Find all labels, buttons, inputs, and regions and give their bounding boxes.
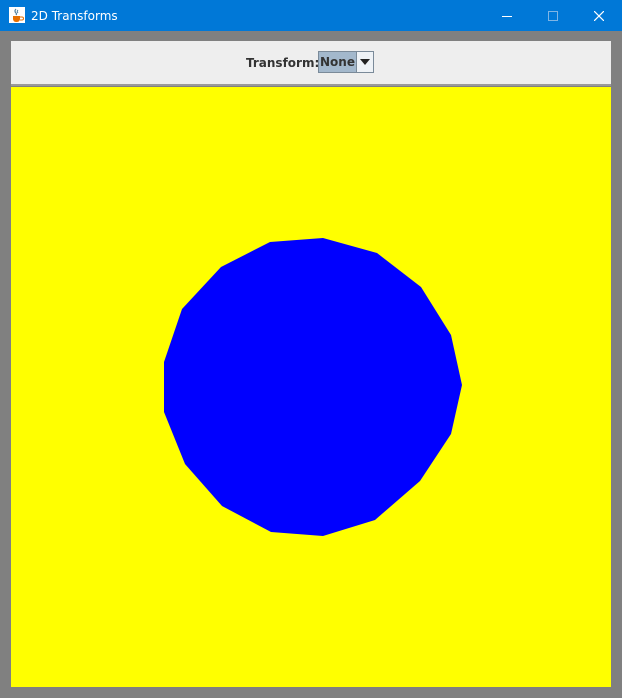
title-bar[interactable]: 2D Transforms: [0, 0, 622, 31]
drawing-canvas: [11, 87, 611, 687]
minimize-icon: [502, 15, 512, 17]
close-icon: [594, 10, 604, 21]
dropdown-arrow-button[interactable]: [356, 52, 373, 72]
maximize-icon: [548, 10, 558, 21]
transform-selected-value: None: [319, 52, 356, 72]
chevron-down-icon: [360, 59, 370, 65]
toolbar: Transform: None: [11, 41, 611, 86]
minimize-button[interactable]: [484, 0, 530, 31]
close-button[interactable]: [576, 0, 622, 31]
maximize-button[interactable]: [530, 0, 576, 31]
window-title: 2D Transforms: [31, 9, 118, 23]
java-cup-icon: [9, 7, 25, 23]
transform-dropdown[interactable]: None: [318, 51, 374, 73]
transform-label: Transform:: [246, 56, 320, 70]
